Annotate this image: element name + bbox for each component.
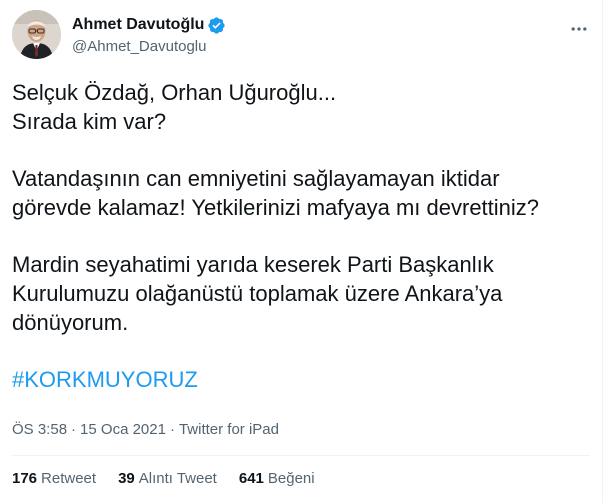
tweet-text: Selçuk Özdağ, Orhan Uğuroğlu... Sırada k… [12, 78, 592, 394]
like-count[interactable]: 641 Beğeni [239, 470, 315, 487]
retweet-count[interactable]: 176 Retweet [12, 470, 96, 487]
tweet-stats: 176 Retweet 39 Alıntı Tweet 641 Beğeni [12, 470, 337, 487]
tweet-line: Vatandaşının can emniyetini sağlayamayan… [12, 166, 500, 191]
quote-count-value: 39 [118, 470, 135, 487]
tweet-line: Selçuk Özdağ, Orhan Uğuroğlu... [12, 80, 337, 105]
tweet-time[interactable]: ÖS 3:58 [12, 421, 67, 438]
display-name[interactable]: Ahmet Davutoğlu [72, 16, 204, 34]
handle[interactable]: @Ahmet_Davutoglu [72, 38, 226, 55]
tweet-line: Kurulumuzu olağanüstü toplamak üzere Ank… [12, 281, 503, 306]
verified-badge-icon [207, 16, 226, 35]
retweet-count-value: 176 [12, 470, 38, 487]
tweet-paragraph: Vatandaşının can emniyetini sağlayamayan… [12, 164, 592, 222]
more-options-icon[interactable] [566, 16, 592, 42]
tweet-line: dönüyorum. [12, 310, 129, 335]
avatar[interactable] [12, 10, 61, 59]
tweet-date[interactable]: 15 Oca 2021 [80, 421, 166, 438]
retweet-count-label: Retweet [41, 470, 97, 487]
tweet-paragraph: Mardin seyahatimi yarıda keserek Parti B… [12, 250, 592, 337]
tweet-paragraph: Selçuk Özdağ, Orhan Uğuroğlu... Sırada k… [12, 78, 592, 136]
tweet-line: Sırada kim var? [12, 109, 167, 134]
meta-separator: · [169, 421, 175, 438]
tweet-header: Ahmet Davutoğlu @Ahmet_Davutoglu [12, 10, 592, 66]
tweet-paragraph: #KORKMUYORUZ [12, 365, 592, 394]
tweet-line: görevde kalamaz! Yetkilerinizi mafyaya m… [12, 195, 540, 220]
tweet-card: Ahmet Davutoğlu @Ahmet_Davutoglu Selçuk … [0, 0, 603, 503]
quote-count-label: Alıntı Tweet [138, 470, 217, 487]
tweet-source[interactable]: Twitter for iPad [179, 421, 279, 438]
like-count-value: 641 [238, 470, 264, 487]
quote-tweet-count[interactable]: 39 Alıntı Tweet [118, 470, 217, 487]
meta-separator: · [71, 421, 77, 438]
divider [12, 455, 590, 456]
hashtag-link[interactable]: #KORKMUYORUZ [12, 367, 198, 392]
like-count-label: Beğeni [267, 470, 315, 487]
author-names: Ahmet Davutoğlu @Ahmet_Davutoglu [72, 14, 226, 55]
tweet-meta: ÖS 3:58 · 15 Oca 2021 · Twitter for iPad [12, 421, 279, 438]
tweet-line: Mardin seyahatimi yarıda keserek Parti B… [12, 252, 494, 277]
